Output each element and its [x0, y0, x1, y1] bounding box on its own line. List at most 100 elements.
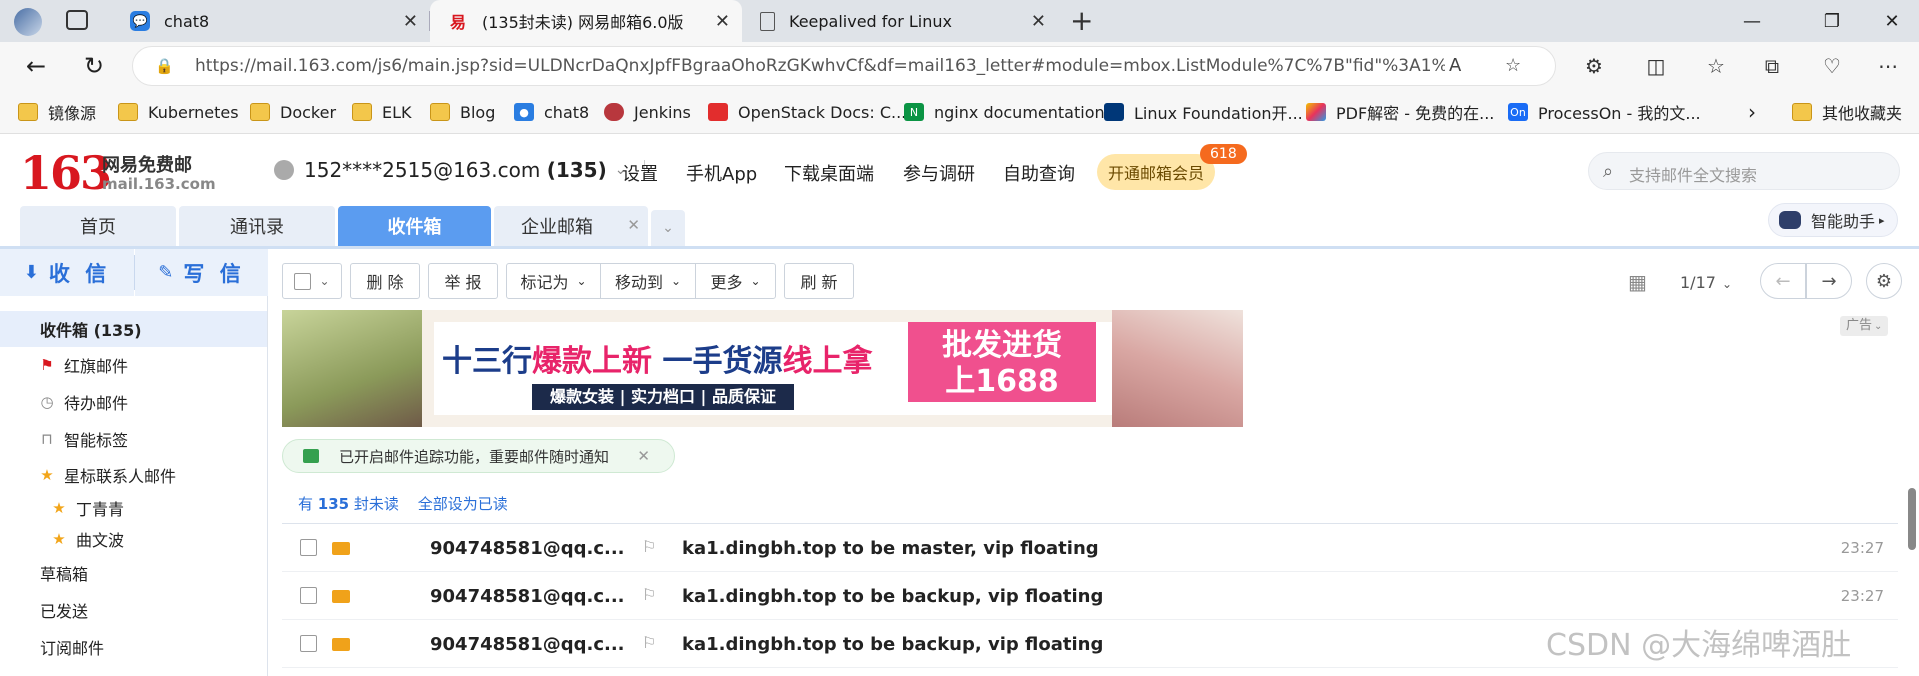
bookmark-other-favorites[interactable]: 其他收藏夹: [1792, 100, 1902, 124]
tab-keepalived[interactable]: Keepalived for Linux ✕: [742, 0, 1058, 42]
nav-download-desktop[interactable]: 下载桌面端: [784, 160, 874, 186]
address-bar[interactable]: 🔒 https://mail.163.com/js6/main.jsp?sid=…: [132, 46, 1556, 86]
mail-search-input[interactable]: ⌕ 支持邮件全文搜索: [1588, 152, 1900, 190]
lock-icon[interactable]: 🔒: [155, 57, 174, 75]
reload-button[interactable]: ↻: [78, 50, 110, 82]
delete-button[interactable]: 删 除: [350, 263, 420, 299]
sidebar-item-smart-tags[interactable]: ⊓ 智能标签: [0, 421, 267, 457]
flag-icon[interactable]: ⚐: [642, 585, 656, 604]
move-to-dropdown[interactable]: 移动到 ⌄: [600, 263, 696, 299]
sidebar-item-subscriptions[interactable]: 订阅邮件: [0, 629, 267, 665]
extensions-icon[interactable]: ⚙: [1578, 50, 1610, 82]
bookmark-elk[interactable]: ELK: [352, 100, 412, 124]
close-icon[interactable]: ✕: [715, 11, 730, 32]
restore-button[interactable]: ❐: [1806, 0, 1858, 42]
page-indicator[interactable]: 1/17 ⌄: [1680, 273, 1732, 292]
sidebar-item-flagged[interactable]: ⚑ 红旗邮件: [0, 347, 267, 383]
refresh-button[interactable]: 刷 新: [784, 263, 854, 299]
tabs-overflow-button[interactable]: ⌄: [651, 210, 685, 246]
settings-gear-icon[interactable]: ⚙: [1866, 263, 1902, 299]
tab-actions-icon[interactable]: [66, 10, 88, 30]
sidebar-item-sent[interactable]: 已发送: [0, 592, 267, 628]
report-button[interactable]: 举 报: [428, 263, 498, 299]
next-page-button[interactable]: →: [1806, 263, 1852, 299]
bookmark-kubernetes[interactable]: Kubernetes: [118, 100, 239, 124]
row-checkbox[interactable]: [300, 635, 317, 652]
ad-cta-line: 上1688: [945, 364, 1059, 399]
favorites-icon[interactable]: ☆: [1700, 50, 1732, 82]
vip-promo-badge: 618: [1200, 144, 1247, 164]
tab-inbox[interactable]: 收件箱: [338, 206, 491, 246]
close-icon[interactable]: ✕: [637, 447, 650, 465]
collections-icon[interactable]: ⧉: [1756, 50, 1788, 82]
ad-banner[interactable]: 十三行爆款上新 一手货源线上拿 爆款女装 | 实力档口 | 品质保证 批发进货上…: [282, 310, 1243, 427]
url-text[interactable]: https://mail.163.com/js6/main.jsp?sid=UL…: [195, 56, 1445, 76]
nav-self-service[interactable]: 自助查询: [1003, 160, 1075, 186]
bookmark-jenkins[interactable]: Jenkins: [604, 100, 691, 124]
mail-logo[interactable]: 163: [20, 146, 112, 200]
page-scrollbar[interactable]: [1908, 488, 1916, 550]
bookmark-nginx[interactable]: Nnginx documentation: [904, 100, 1105, 124]
bookmark-label: Kubernetes: [148, 102, 239, 122]
tab-netease-mail[interactable]: 易 (135封未读) 网易邮箱6.0版 ✕: [430, 0, 742, 42]
minimize-button[interactable]: —: [1726, 0, 1778, 42]
select-all-dropdown[interactable]: ⌄: [282, 263, 342, 299]
close-icon[interactable]: ✕: [627, 216, 640, 234]
compose-button[interactable]: ✎ 写 信: [135, 249, 268, 296]
chevron-down-icon: ⌄: [662, 220, 674, 236]
back-button[interactable]: ←: [20, 50, 52, 82]
bookmark-chat8[interactable]: ● chat8: [514, 100, 589, 124]
calendar-icon[interactable]: ▦: [1628, 270, 1647, 294]
bookmark-label: Docker: [280, 102, 337, 122]
more-dropdown[interactable]: 更多 ⌄: [695, 263, 776, 299]
chevron-down-icon: ⌄: [750, 274, 761, 288]
unread-envelope-icon: [332, 590, 350, 603]
more-menu-icon[interactable]: ⋯: [1872, 50, 1904, 82]
browser-essentials-icon[interactable]: ♡: [1816, 50, 1848, 82]
vip-membership-button[interactable]: 开通邮箱会员: [1097, 154, 1215, 190]
bookmark-docker[interactable]: Docker: [250, 100, 336, 124]
close-icon[interactable]: ✕: [403, 11, 418, 32]
sidebar-item-contact-2[interactable]: ★ 曲文波: [0, 521, 267, 557]
tab-home[interactable]: 首页: [20, 206, 176, 246]
bookmark-openstack[interactable]: OpenStack Docs: C...: [708, 100, 906, 124]
close-icon[interactable]: ✕: [1031, 11, 1046, 32]
prev-page-button[interactable]: ←: [1760, 263, 1806, 299]
account-switcher[interactable]: 152****2515@163.com (135) ⌄: [274, 158, 646, 182]
bookmarks-overflow-icon[interactable]: ›: [1748, 100, 1756, 124]
smart-assistant-button[interactable]: 智能助手 ▸: [1768, 203, 1898, 237]
checkbox[interactable]: [294, 272, 312, 290]
ad-tag[interactable]: 广告 ⌄: [1840, 316, 1889, 336]
bookmark-linux-foundation[interactable]: Linux Foundation开...: [1104, 100, 1303, 124]
tab-enterprise-mail[interactable]: 企业邮箱 ✕: [494, 206, 648, 246]
bookmark-mirror[interactable]: 镜像源: [18, 100, 96, 124]
split-screen-icon[interactable]: ◫: [1640, 50, 1672, 82]
row-checkbox[interactable]: [300, 539, 317, 556]
row-checkbox[interactable]: [300, 587, 317, 604]
nav-settings[interactable]: 设置: [622, 160, 658, 186]
document-icon: [760, 11, 775, 31]
nav-survey[interactable]: 参与调研: [903, 160, 975, 186]
tab-contacts[interactable]: 通讯录: [179, 206, 335, 246]
bookmark-processon[interactable]: On ProcessOn - 我的文...: [1508, 100, 1701, 124]
tab-chat8[interactable]: 💬 chat8 ✕: [112, 0, 430, 42]
email-row[interactable]: 904748581@qq.c... ⚐ ka1.dingbh.top to be…: [282, 572, 1898, 620]
bookmark-pdf[interactable]: PDF解密 - 免费的在...: [1306, 100, 1494, 124]
sidebar-item-starred-contacts[interactable]: ★ 星标联系人邮件: [0, 457, 267, 493]
new-tab-button[interactable]: +: [1070, 4, 1093, 37]
favorite-star-icon[interactable]: ☆: [1505, 55, 1521, 76]
sidebar-item-drafts[interactable]: 草稿箱: [0, 555, 267, 591]
close-window-button[interactable]: ✕: [1866, 0, 1918, 42]
mark-as-dropdown[interactable]: 标记为 ⌄: [506, 263, 601, 299]
flag-icon[interactable]: ⚐: [642, 537, 656, 556]
profile-avatar[interactable]: [14, 8, 42, 36]
email-row[interactable]: 904748581@qq.c... ⚐ ka1.dingbh.top to be…: [282, 524, 1898, 572]
sidebar-item-inbox[interactable]: 收件箱 (135): [0, 311, 267, 347]
sidebar-item-todo[interactable]: ◷ 待办邮件: [0, 384, 267, 420]
mark-all-read-link[interactable]: 全部设为已读: [418, 495, 508, 513]
bookmark-blog[interactable]: Blog: [430, 100, 495, 124]
flag-icon[interactable]: ⚐: [642, 633, 656, 652]
nav-mobile-app[interactable]: 手机App: [686, 160, 757, 186]
read-aloud-icon[interactable]: A: [1449, 55, 1461, 76]
receive-button[interactable]: ⬇ 收 信: [0, 249, 134, 296]
